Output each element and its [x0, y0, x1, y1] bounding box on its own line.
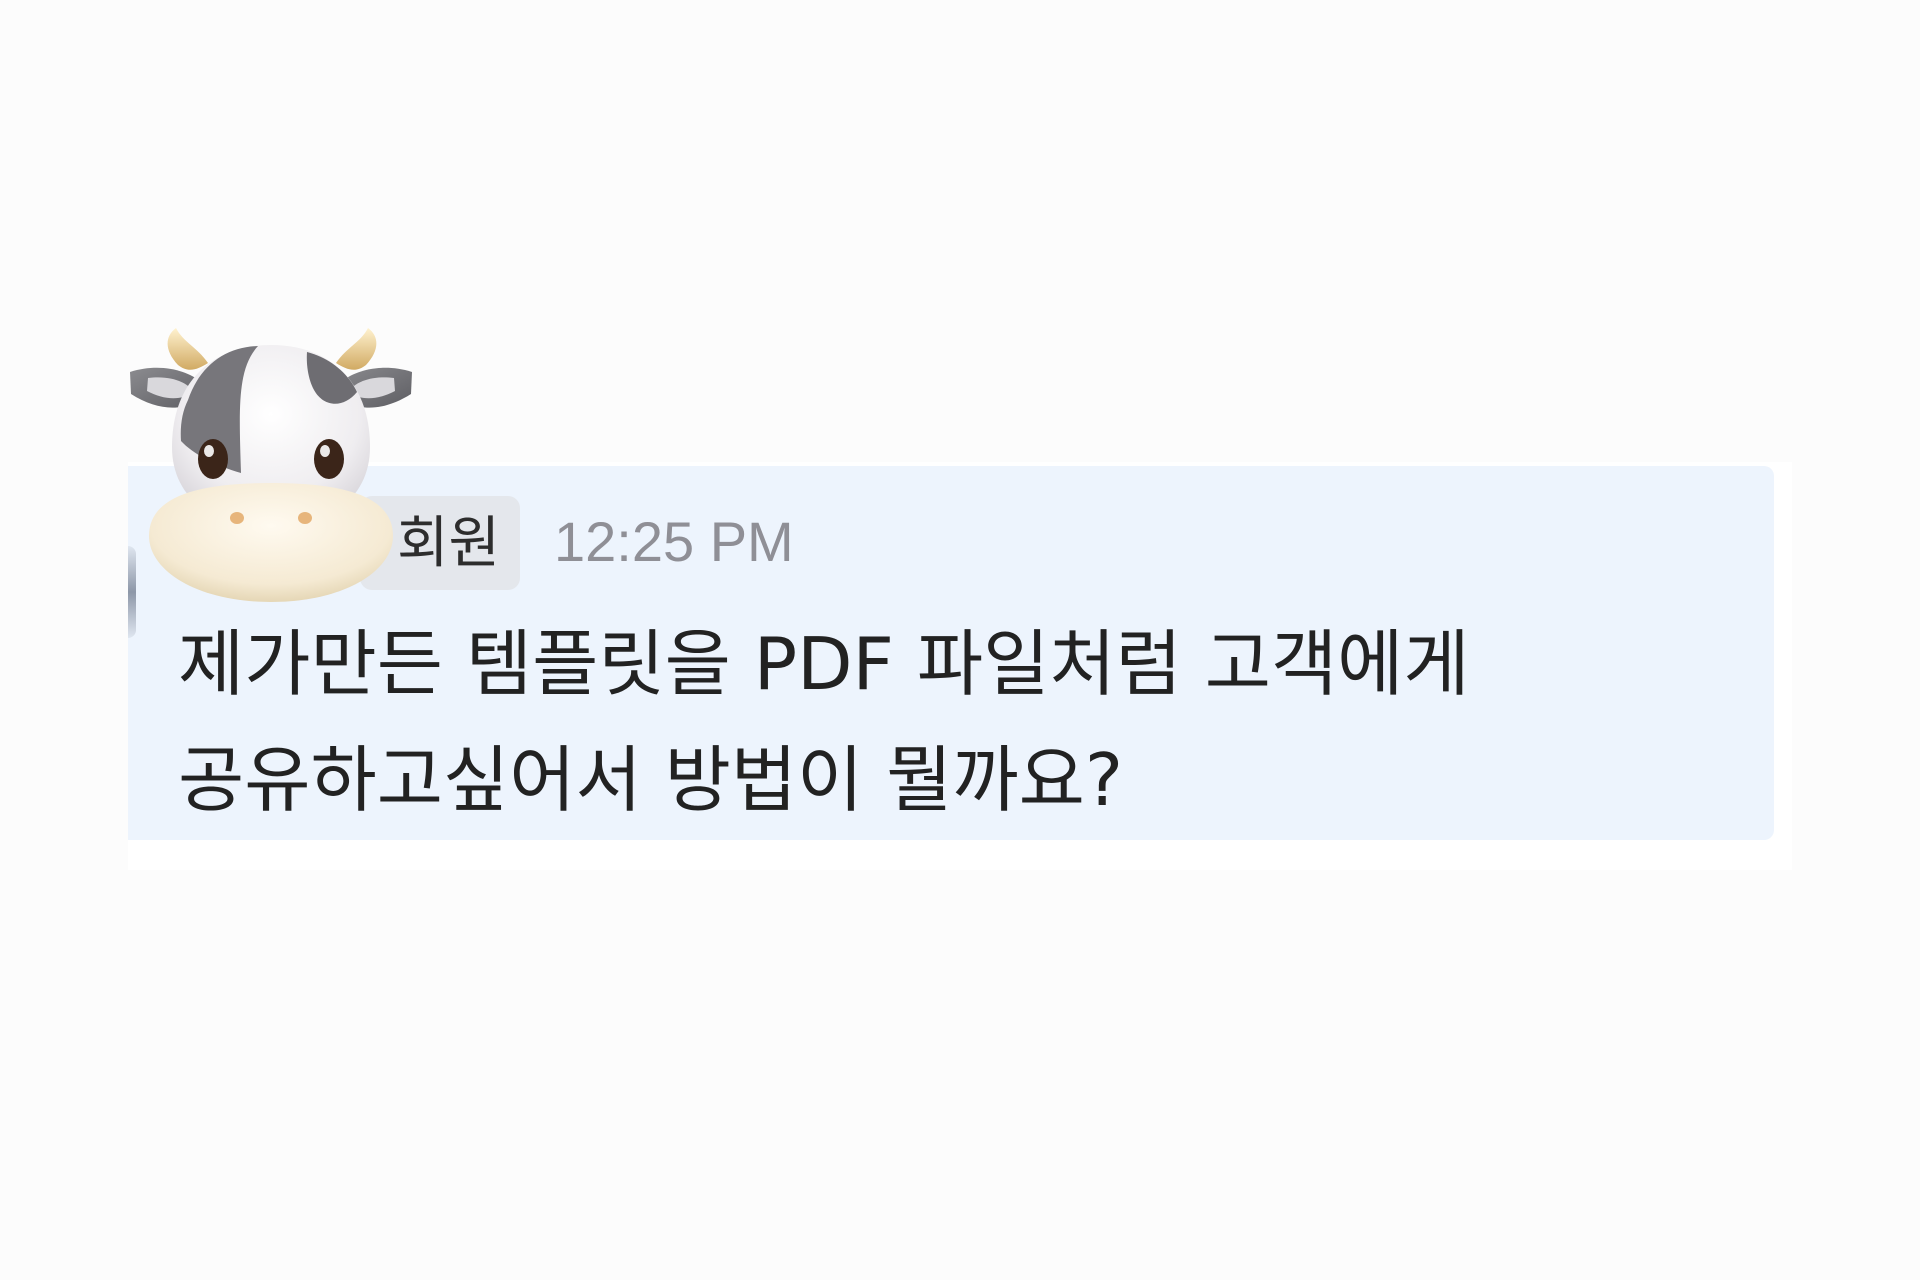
- message-timestamp: 12:25 PM: [554, 510, 794, 573]
- message-line-1: 제가만든 템플릿을 PDF 파일처럼 고객에게: [178, 622, 1470, 706]
- cow-face-icon[interactable]: [126, 322, 446, 612]
- message-line-2: 공유하고싶어서 방법이 뭘까요?: [178, 738, 1124, 822]
- chat-screenshot: 회원 12:25 PM 제가만든 템플릿을 PDF 파일처럼 고객에게 공유하고…: [0, 0, 1920, 1280]
- message-text: 제가만든 템플릿을 PDF 파일처럼 고객에게 공유하고싶어서 방법이 뭘까요?: [178, 606, 1698, 838]
